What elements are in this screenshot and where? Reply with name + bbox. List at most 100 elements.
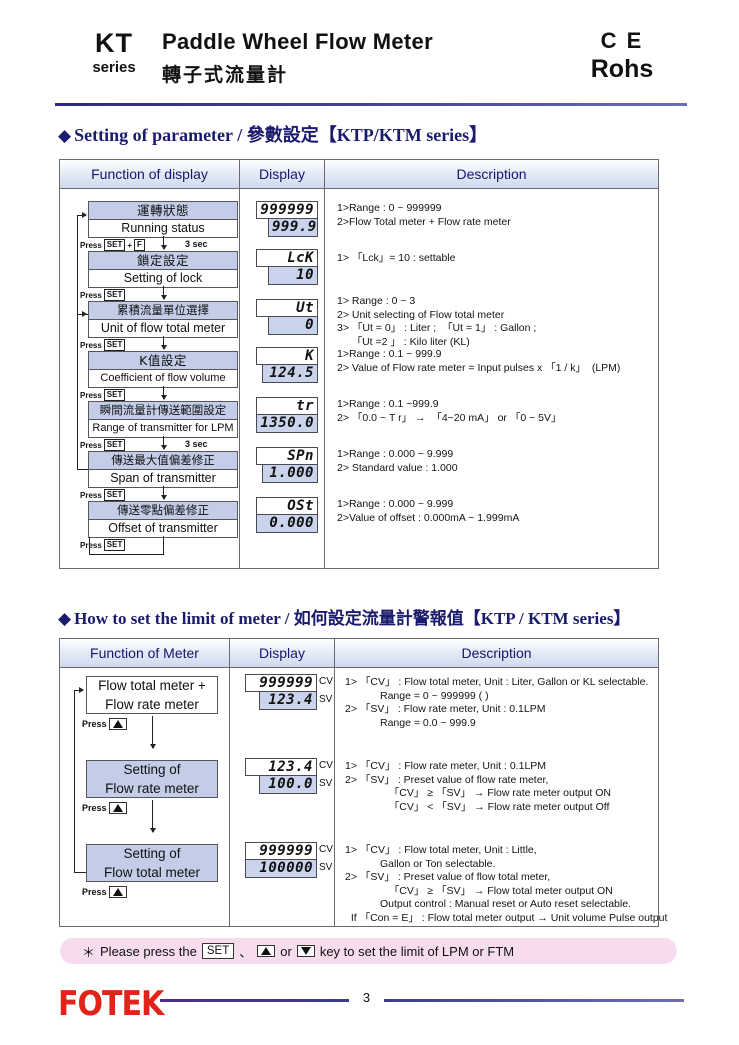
step-label-en: Span of transmitter — [89, 470, 237, 487]
set-key-icon: SET — [103, 489, 126, 501]
step-label-cn: 累積流量單位選擇 — [89, 302, 237, 320]
lcd-value-top: LcK — [256, 249, 318, 267]
footer-rule-left — [160, 999, 349, 1002]
step-label-en: Setting of lock — [89, 270, 237, 287]
column-header-description: Description — [461, 645, 532, 661]
description-7: 1>Range : 0.000 ~ 9.999 2>Value of offse… — [337, 498, 520, 524]
press-hint-2: Press — [82, 802, 127, 814]
cv-label-1: CV — [319, 676, 333, 687]
description-3: 1> Range : 0 ~ 3 2> Unit selecting of Fl… — [337, 295, 537, 348]
down-arrow-key-icon — [296, 945, 315, 957]
step-label-en: Running status — [89, 220, 237, 237]
press-word: Press — [80, 340, 102, 350]
step-line-7 — [163, 536, 164, 554]
loop-arrow-mid — [77, 311, 87, 317]
header-divider — [55, 103, 687, 106]
footer-note: ＊ Please press the SET 、 or key to set t… — [60, 938, 677, 964]
column-header-description: Description — [456, 166, 527, 182]
step-arrow-4 — [160, 386, 167, 400]
description-6: 1>Range : 0.000 ~ 9.999 2> Standard valu… — [337, 448, 458, 474]
step-label-en: Coefficient of flow volume — [89, 370, 237, 387]
note-separator: 、 — [239, 944, 253, 960]
set-key-icon: SET — [201, 943, 235, 959]
press-hint-3: Press SET — [80, 339, 126, 351]
cv-label-2: CV — [319, 760, 333, 771]
lcd-value-bottom: 0.000 — [256, 515, 318, 533]
lcd-value-cv: 999999 — [245, 842, 317, 860]
press-hint-4: Press SET — [80, 389, 126, 401]
asterisk-icon: ＊ — [82, 944, 96, 960]
step-line-1: Setting of — [123, 762, 181, 777]
series-label: series — [92, 59, 136, 76]
press-word: Press — [82, 887, 107, 897]
note-text-part1: Please press the — [100, 943, 197, 959]
press-hint-2: Press SET — [80, 289, 126, 301]
column-divider-1 — [239, 189, 240, 569]
press-word: Press — [80, 240, 102, 250]
meter-step-setting-rate: Setting of Flow rate meter — [86, 760, 218, 798]
press-hint-6: Press SET — [80, 489, 126, 501]
hold-time-1: 3 sec — [185, 239, 208, 249]
meter-step-setting-total: Setting of Flow total meter — [86, 844, 218, 882]
set-key-icon: SET — [103, 389, 126, 401]
column-divider-2 — [324, 189, 325, 569]
limit-table-header: Function of Meter Display Description — [60, 639, 658, 668]
product-title-cn: 轉子式流量計 — [162, 64, 289, 86]
press-hint-5: Press SET — [80, 439, 126, 451]
section1-title: ◆ Setting of parameter / 參數設定【KTP/KTM ser… — [58, 121, 487, 147]
lcd-value-bottom: 999.9 — [268, 219, 318, 237]
step-label-cn: 鎖定設定 — [89, 252, 237, 270]
display-total-and-rate: 999999 123.4 — [245, 674, 317, 710]
column-header-function: Function of display — [60, 160, 240, 188]
press-hint-3: Press — [82, 886, 127, 898]
note-text-part2: key to set the limit of LPM or FTM — [319, 943, 515, 959]
footer-rule-right — [384, 999, 684, 1002]
column-header-display: Display — [230, 639, 335, 667]
column-header-display: Display — [240, 160, 325, 188]
up-arrow-key-icon — [257, 945, 276, 957]
diamond-bullet-icon: ◆ — [58, 609, 72, 628]
press-word: Press — [80, 490, 102, 500]
flow-step-offset: 傳送零點偏差修正 Offset of transmitter — [88, 501, 238, 538]
page-number: 3 — [362, 990, 371, 1005]
product-title-en: Paddle Wheel Flow Meter — [162, 29, 433, 54]
meter-step-total-and-rate: Flow total meter + Flow rate meter — [86, 676, 218, 714]
parameter-table: Function of display Display Description … — [59, 159, 659, 569]
flow-step-unit: 累積流量單位選擇 Unit of flow total meter — [88, 301, 238, 338]
press-word: Press — [82, 803, 107, 813]
lcd-value-sv: 100000 — [245, 860, 317, 878]
sv-label-1: SV — [319, 694, 333, 705]
column-divider-1 — [229, 668, 230, 927]
display-running-status: 999999 999.9 — [256, 201, 318, 237]
ce-mark-icon: C E — [600, 28, 644, 53]
press-word: Press — [80, 290, 102, 300]
press-word: Press — [80, 390, 102, 400]
page-header: KT series Paddle Wheel Flow Meter 轉子式流量計… — [0, 28, 739, 96]
step-arrow-2 — [149, 800, 156, 833]
brand-logo: FOTEK — [58, 985, 164, 1025]
sv-label-2: SV — [319, 778, 333, 789]
step-line-2: Flow total meter — [103, 865, 201, 880]
lcd-value-cv: 999999 — [245, 674, 317, 692]
lcd-value-top: Ut — [256, 299, 318, 317]
note-or: or — [280, 943, 292, 959]
column-header-function: Function of Meter — [60, 639, 230, 667]
f-key-icon: F — [134, 239, 145, 251]
document-page: KT series Paddle Wheel Flow Meter 轉子式流量計… — [0, 0, 739, 1045]
display-coefficient: K 124.5 — [256, 347, 318, 383]
press-join: + — [127, 240, 133, 250]
lcd-value-top: SPn — [256, 447, 318, 465]
flow-step-running-status: 運轉狀態 Running status — [88, 201, 238, 238]
description-2: 1> 「CV」 : Flow rate meter, Unit : 0.1LPM… — [345, 760, 611, 813]
loop-arrow-in — [77, 212, 87, 218]
description-4: 1>Range : 0.1 ~ 999.9 2> Value of Flow r… — [337, 348, 621, 374]
step-label-en: Unit of flow total meter — [89, 320, 237, 337]
flow-step-lock: 鎖定設定 Setting of lock — [88, 251, 238, 288]
press-word: Press — [82, 719, 107, 729]
set-key-icon: SET — [103, 439, 126, 451]
diamond-bullet-icon: ◆ — [58, 126, 72, 145]
rohs-mark: Rohs — [590, 55, 654, 83]
press-hint-7: Press SET — [80, 539, 126, 551]
step-label-en: Offset of transmitter — [89, 520, 237, 537]
step-line-1: Setting of — [123, 846, 181, 861]
